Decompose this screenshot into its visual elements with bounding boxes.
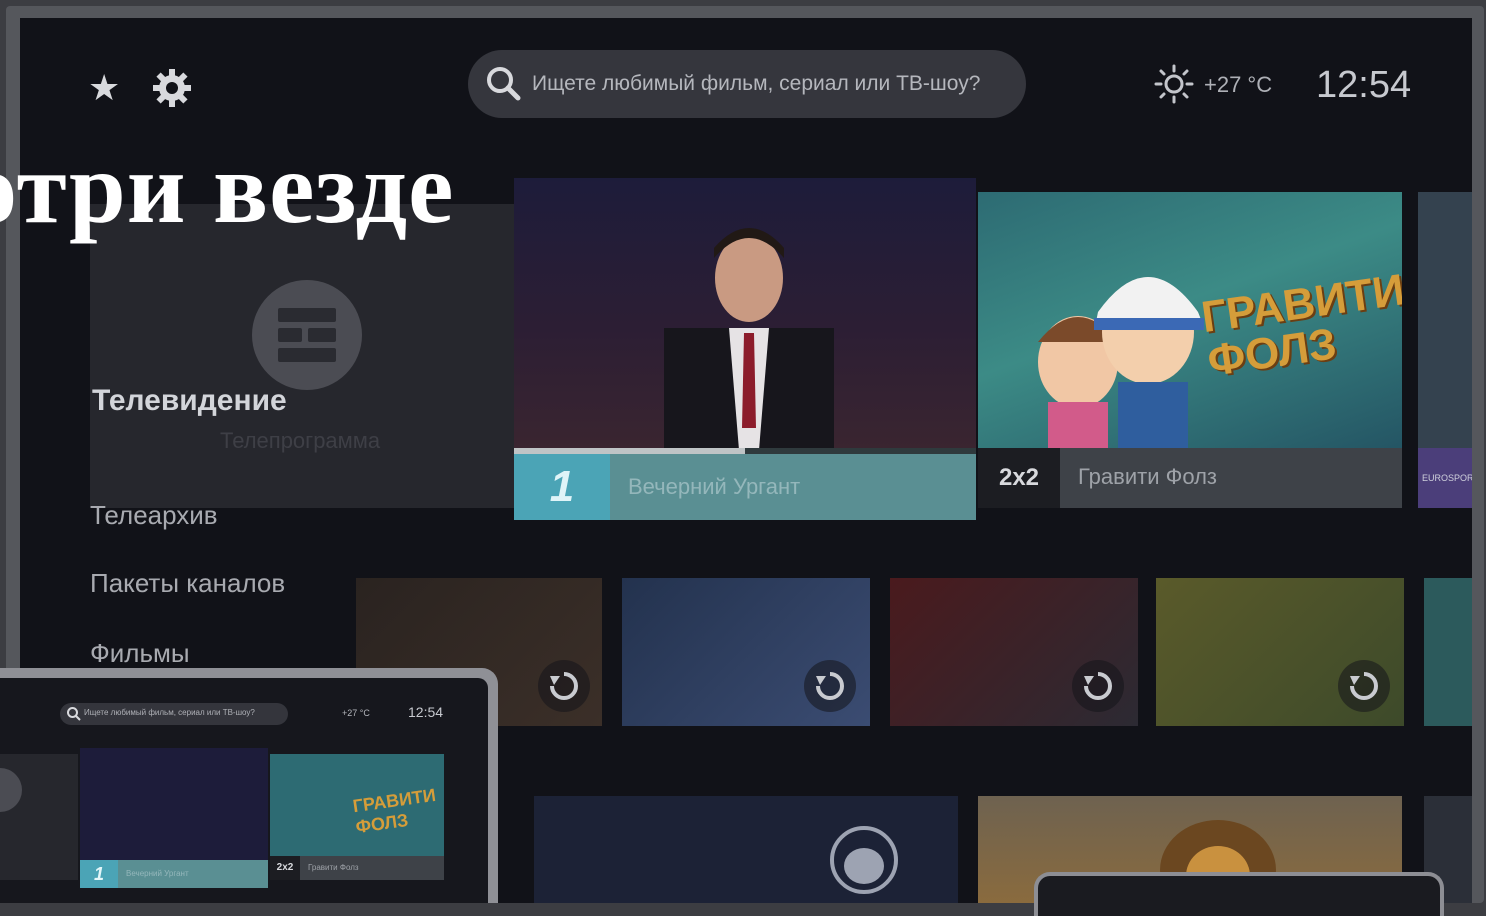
- replay-icon[interactable]: [804, 660, 856, 712]
- featured-card-urgant[interactable]: 1 Вечерний Ургант: [514, 178, 976, 520]
- search-bar[interactable]: Ищете любимый фильм, сериал или ТВ-шоу?: [468, 50, 1026, 118]
- channel-logo-1: 1: [514, 454, 610, 520]
- featured-info-bar: Гравити Фолз: [1060, 448, 1402, 508]
- laptop-device: Ищете любимый фильм, сериал или ТВ-шоу? …: [0, 668, 498, 903]
- laptop-screen: Ищете любимый фильм, сериал или ТВ-шоу? …: [0, 678, 488, 903]
- featured-info-bar: 1 Вечерний Ургант: [514, 454, 976, 520]
- tv-grid-icon: [252, 280, 362, 390]
- urgant-thumbnail: [514, 178, 976, 450]
- gravity-falls-thumbnail: ГРАВИТИ ФОЛЗ: [978, 192, 1402, 448]
- program-title: Гравити Фолз: [1078, 464, 1218, 489]
- channel-logo-2x2: 2x2: [978, 448, 1060, 508]
- program-title: Вечерний Ургант: [126, 869, 189, 878]
- movie-card[interactable]: [534, 796, 958, 903]
- replay-icon[interactable]: [1338, 660, 1390, 712]
- menu-item-packages[interactable]: Пакеты каналов: [90, 568, 285, 599]
- favorites-star-icon[interactable]: ★: [88, 68, 128, 108]
- temperature: +27 °C: [1204, 72, 1273, 97]
- laptop-featured-gravity-falls[interactable]: ГРАВИТИ ФОЛЗ 2x2 Гравити Фолз: [270, 754, 444, 880]
- laptop-temperature: +27 °C: [342, 708, 370, 718]
- catchup-card[interactable]: [1156, 578, 1404, 726]
- channel-logo-eurosport: EUROSPORT: [1418, 448, 1472, 508]
- menu-card-tv[interactable]: Телевидение Телепрограмма: [90, 204, 514, 508]
- program-title: Гравити Фолз: [308, 863, 359, 872]
- laptop-clock: 12:54: [408, 704, 444, 720]
- featured-card-eurosport[interactable]: EUROSPORT: [1418, 192, 1472, 508]
- menu-card-title: Телевидение: [92, 384, 287, 417]
- laptop-search-bar[interactable]: Ищете любимый фильм, сериал или ТВ-шоу?: [60, 703, 288, 725]
- laptop-search-placeholder: Ищете любимый фильм, сериал или ТВ-шоу?: [84, 708, 255, 717]
- laptop-menu-card[interactable]: [0, 754, 78, 880]
- laptop-info-bar: 1 Вечерний Ургант: [80, 860, 268, 888]
- gravity-falls-art-text: ГРАВИТИ ФОЛЗ: [351, 784, 437, 838]
- search-placeholder: Ищете любимый фильм, сериал или ТВ-шоу?: [532, 72, 981, 95]
- program-title: Вечерний Ургант: [628, 474, 801, 499]
- menu-card-subtitle: Телепрограмма: [220, 428, 381, 453]
- catchup-card[interactable]: [890, 578, 1138, 726]
- menu-item-movies[interactable]: Фильмы: [90, 638, 190, 669]
- channel-logo-2x2: 2x2: [270, 856, 300, 880]
- tv-grid-icon: [0, 768, 22, 812]
- search-icon: [67, 707, 81, 721]
- clock: 12:54: [1316, 64, 1412, 106]
- laptop-info-bar: Гравити Фолз: [300, 856, 444, 880]
- phone-device: [1034, 872, 1444, 916]
- search-icon: [487, 67, 521, 101]
- menu-item-archive[interactable]: Телеархив: [90, 500, 218, 531]
- featured-card-gravity-falls[interactable]: ГРАВИТИ ФОЛЗ 2x2 Гравити Фолз: [978, 192, 1402, 508]
- gravity-falls-art-text: ГРАВИТИ ФОЛЗ: [1198, 265, 1402, 386]
- replay-icon[interactable]: [538, 660, 590, 712]
- sun-icon: [1154, 64, 1194, 104]
- replay-icon[interactable]: [1072, 660, 1124, 712]
- catchup-card[interactable]: [622, 578, 870, 726]
- catchup-card[interactable]: [1424, 578, 1472, 726]
- channel-logo-1: 1: [80, 860, 118, 888]
- promo-headline: отри везде: [0, 132, 455, 245]
- laptop-featured-urgant[interactable]: 1 Вечерний Ургант: [80, 748, 268, 888]
- settings-gear-icon[interactable]: [150, 66, 194, 110]
